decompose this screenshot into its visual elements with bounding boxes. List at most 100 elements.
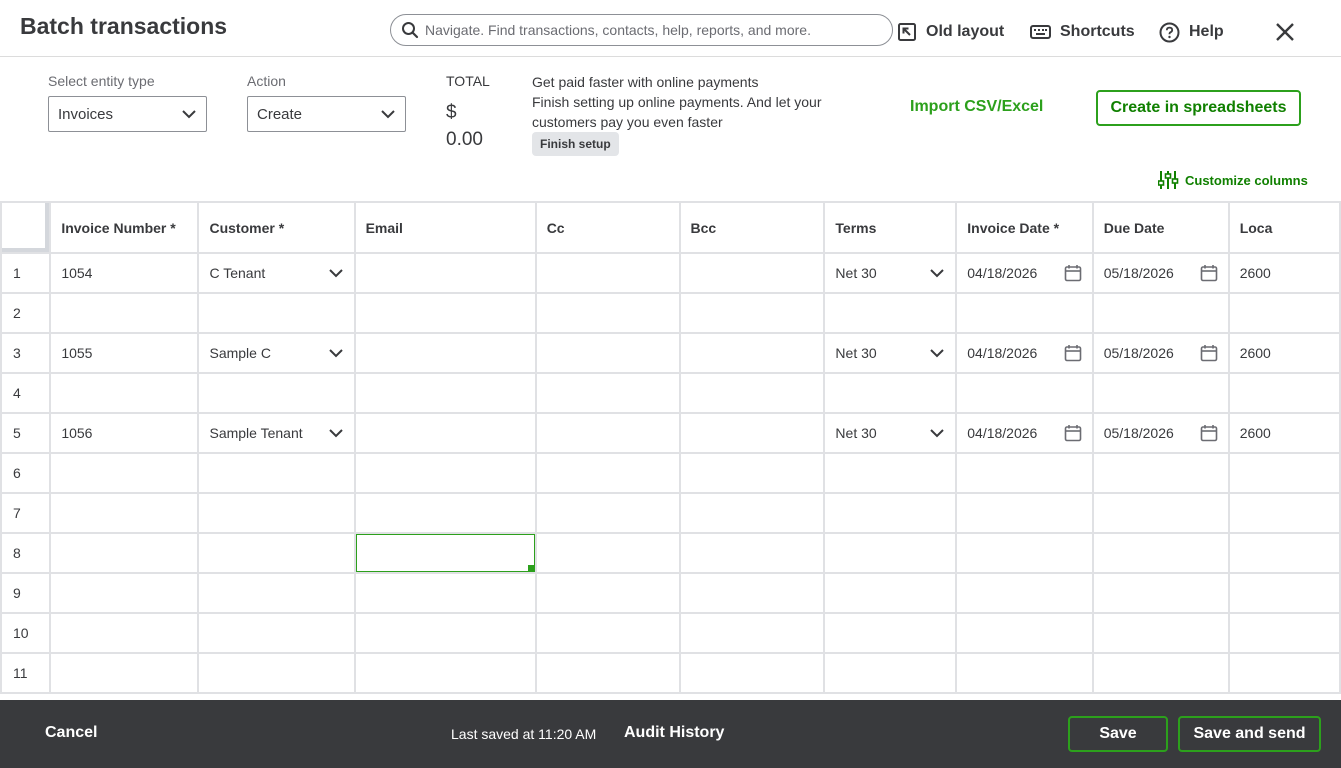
- close-icon[interactable]: [1272, 19, 1298, 45]
- cell-invoice-date[interactable]: [955, 372, 1094, 414]
- cell-location[interactable]: [1227, 652, 1341, 694]
- calendar-icon[interactable]: [1200, 344, 1218, 362]
- cell-customer[interactable]: [197, 572, 356, 614]
- cell-bcc[interactable]: [678, 452, 826, 494]
- cell-customer[interactable]: [197, 452, 356, 494]
- cell-customer[interactable]: C Tenant: [197, 252, 356, 294]
- cell-invoice-number[interactable]: [49, 612, 200, 654]
- customize-columns-link[interactable]: Customize columns: [1158, 170, 1308, 190]
- cell-location[interactable]: [1227, 372, 1341, 414]
- cell-invoice-number[interactable]: [49, 372, 200, 414]
- cell-customer[interactable]: Sample Tenant: [197, 412, 356, 454]
- cell-email[interactable]: [353, 332, 537, 374]
- cell-terms[interactable]: [823, 532, 958, 574]
- cell-invoice-number[interactable]: 1054: [49, 252, 200, 294]
- cell-cc[interactable]: [534, 492, 681, 534]
- cell-bcc[interactable]: [678, 572, 826, 614]
- cell-bcc[interactable]: [678, 652, 826, 694]
- cell-invoice-date[interactable]: [955, 612, 1094, 654]
- cell-due-date[interactable]: [1091, 532, 1230, 574]
- cell-invoice-date[interactable]: [955, 532, 1094, 574]
- cell-email[interactable]: [353, 452, 537, 494]
- cell-invoice-number[interactable]: [49, 292, 200, 334]
- cell-cc[interactable]: [534, 652, 681, 694]
- cell-location[interactable]: 2600: [1227, 332, 1341, 374]
- audit-history-link[interactable]: Audit History: [624, 724, 724, 742]
- cell-invoice-number[interactable]: [49, 452, 200, 494]
- cell-cc[interactable]: [534, 612, 681, 654]
- shortcuts-link[interactable]: Shortcuts: [1030, 20, 1135, 44]
- cell-cc[interactable]: [534, 572, 681, 614]
- calendar-icon[interactable]: [1064, 344, 1082, 362]
- cell-due-date[interactable]: [1091, 372, 1230, 414]
- search-bar[interactable]: [390, 14, 893, 46]
- cell-terms[interactable]: [823, 452, 958, 494]
- cell-terms[interactable]: [823, 492, 958, 534]
- cell-invoice-date[interactable]: [955, 292, 1094, 334]
- cell-cc[interactable]: [534, 452, 681, 494]
- cell-cc[interactable]: [534, 292, 681, 334]
- cell-cc[interactable]: [534, 372, 681, 414]
- cell-email[interactable]: [353, 532, 537, 574]
- cell-invoice-date[interactable]: [955, 452, 1094, 494]
- cell-due-date[interactable]: 05/18/2026: [1091, 252, 1230, 294]
- cell-bcc[interactable]: [678, 492, 826, 534]
- cell-terms[interactable]: [823, 652, 958, 694]
- cell-invoice-date[interactable]: 04/18/2026: [955, 332, 1094, 374]
- cell-invoice-date[interactable]: [955, 652, 1094, 694]
- cell-location[interactable]: 2600: [1227, 252, 1341, 294]
- cell-customer[interactable]: [197, 492, 356, 534]
- cell-bcc[interactable]: [678, 292, 826, 334]
- cell-customer[interactable]: [197, 612, 356, 654]
- cell-bcc[interactable]: [678, 332, 826, 374]
- cell-invoice-date[interactable]: [955, 572, 1094, 614]
- old-layout-link[interactable]: Old layout: [897, 20, 1004, 44]
- cell-due-date[interactable]: 05/18/2026: [1091, 332, 1230, 374]
- cell-due-date[interactable]: [1091, 572, 1230, 614]
- cell-customer[interactable]: Sample C: [197, 332, 356, 374]
- fill-handle[interactable]: [527, 565, 534, 571]
- cell-customer[interactable]: [197, 652, 356, 694]
- entity-type-select[interactable]: Invoices: [48, 96, 207, 132]
- cell-invoice-number[interactable]: [49, 492, 200, 534]
- cell-email[interactable]: [353, 292, 537, 334]
- cell-due-date[interactable]: 05/18/2026: [1091, 412, 1230, 454]
- cell-bcc[interactable]: [678, 412, 826, 454]
- cell-location[interactable]: 2600: [1227, 412, 1341, 454]
- cell-invoice-date[interactable]: 04/18/2026: [955, 252, 1094, 294]
- select-all-corner[interactable]: [0, 201, 52, 254]
- cell-terms[interactable]: [823, 372, 958, 414]
- search-input[interactable]: [425, 22, 865, 38]
- cell-due-date[interactable]: [1091, 492, 1230, 534]
- create-in-spreadsheets-button[interactable]: Create in spreadsheets: [1096, 90, 1301, 126]
- finish-setup-button[interactable]: Finish setup: [532, 132, 619, 156]
- cell-invoice-number[interactable]: [49, 652, 200, 694]
- cell-location[interactable]: [1227, 572, 1341, 614]
- cell-location[interactable]: [1227, 492, 1341, 534]
- cell-invoice-number[interactable]: 1055: [49, 332, 200, 374]
- cell-due-date[interactable]: [1091, 292, 1230, 334]
- cell-location[interactable]: [1227, 612, 1341, 654]
- cell-email[interactable]: [353, 612, 537, 654]
- cell-due-date[interactable]: [1091, 452, 1230, 494]
- cell-invoice-number[interactable]: [49, 532, 200, 574]
- save-and-send-button[interactable]: Save and send: [1178, 716, 1321, 752]
- cell-location[interactable]: [1227, 532, 1341, 574]
- save-button[interactable]: Save: [1068, 716, 1168, 752]
- cell-cc[interactable]: [534, 412, 681, 454]
- cell-terms[interactable]: Net 30: [823, 412, 958, 454]
- cell-cc[interactable]: [534, 332, 681, 374]
- cell-email[interactable]: [353, 412, 537, 454]
- action-select[interactable]: Create: [247, 96, 406, 132]
- cell-terms[interactable]: [823, 612, 958, 654]
- cell-location[interactable]: [1227, 452, 1341, 494]
- calendar-icon[interactable]: [1200, 424, 1218, 442]
- help-link[interactable]: Help: [1159, 20, 1224, 44]
- cell-email[interactable]: [353, 252, 537, 294]
- cell-cc[interactable]: [534, 252, 681, 294]
- cell-email[interactable]: [353, 372, 537, 414]
- cell-bcc[interactable]: [678, 372, 826, 414]
- cell-customer[interactable]: [197, 292, 356, 334]
- cell-terms[interactable]: Net 30: [823, 332, 958, 374]
- cell-terms[interactable]: [823, 292, 958, 334]
